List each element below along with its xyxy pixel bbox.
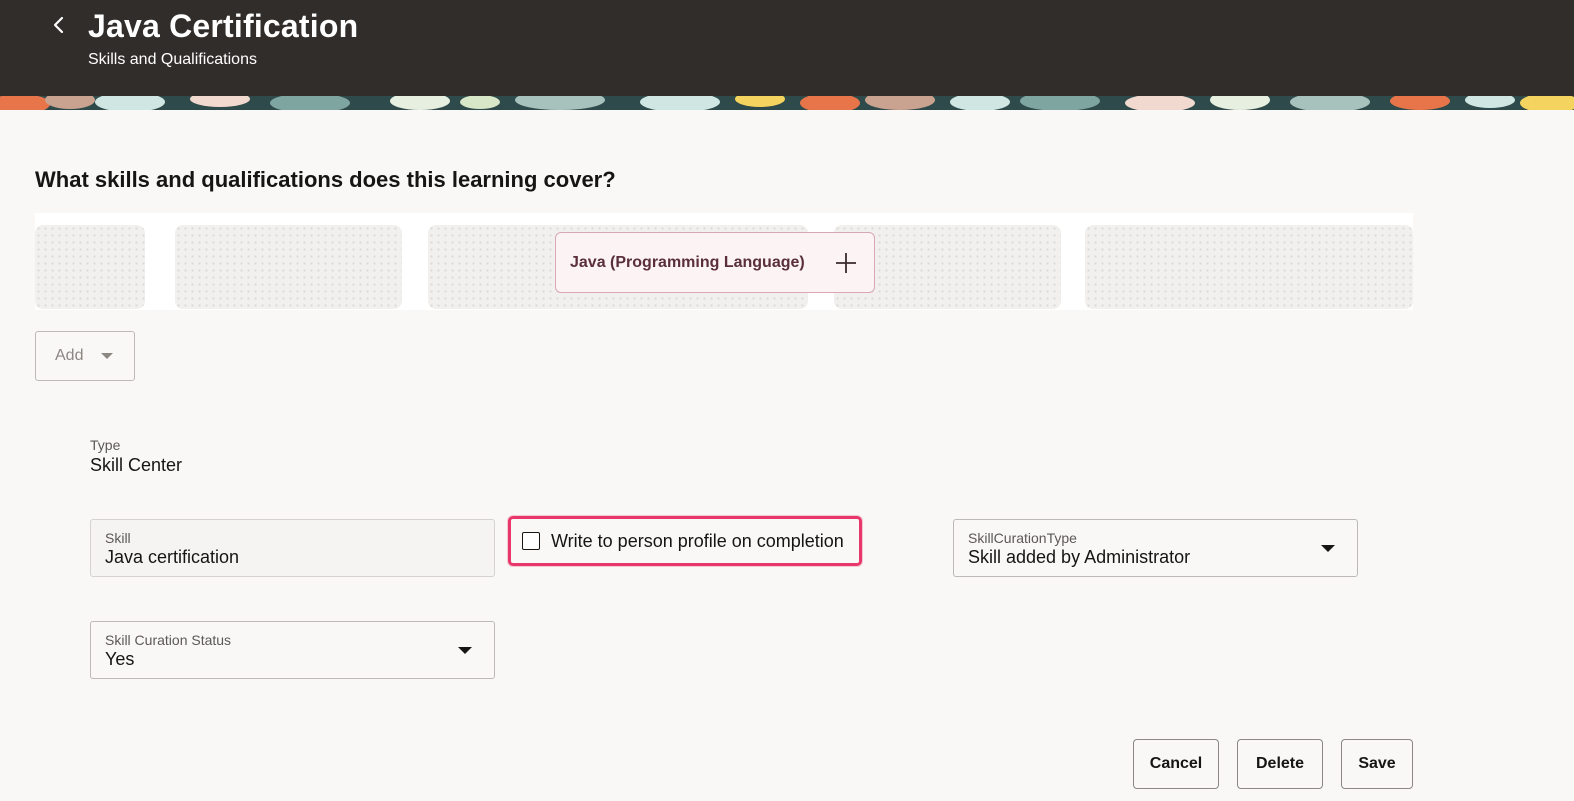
checkbox-icon[interactable] [522,532,540,550]
suggested-skill-chip[interactable]: Java (Programming Language) [555,232,875,293]
add-button[interactable]: Add [35,331,135,381]
page-subtitle: Skills and Qualifications [88,51,257,68]
skill-curation-type-label: SkillCurationType [968,530,1077,546]
skill-field[interactable]: Skill Java certification [90,519,495,577]
save-button[interactable]: Save [1341,739,1413,789]
page-title: Java Certification [88,8,359,44]
skill-label: Skill [105,530,131,546]
placeholder-card [175,225,402,309]
back-button[interactable] [44,10,74,40]
skill-curation-type-select[interactable]: SkillCurationType Skill added by Adminis… [953,519,1358,577]
add-button-label: Add [55,347,84,364]
placeholder-card [1085,225,1413,309]
skill-curation-status-value: Yes [105,649,135,669]
plus-icon[interactable] [834,251,858,275]
suggested-skill-label: Java (Programming Language) [570,253,805,271]
caret-down-icon [101,353,114,359]
caret-down-icon[interactable] [1321,545,1335,552]
skill-curation-status-select[interactable]: Skill Curation Status Yes [90,621,495,679]
delete-button[interactable]: Delete [1237,739,1323,789]
page-header: Java Certification Skills and Qualificat… [0,0,1574,96]
skill-curation-type-value: Skill added by Administrator [968,547,1191,567]
type-label: Type [90,437,121,453]
write-profile-label: Write to person profile on completion [551,530,844,551]
placeholder-card [35,225,145,309]
skill-value: Java certification [105,547,240,567]
decorative-banner [0,96,1574,110]
chevron-left-icon [53,16,64,34]
caret-down-icon[interactable] [458,647,472,654]
write-profile-checkbox[interactable]: Write to person profile on completion [508,516,862,566]
type-value: Skill Center [90,455,183,475]
cancel-button[interactable]: Cancel [1133,739,1219,789]
section-question: What skills and qualifications does this… [35,167,616,192]
skill-curation-status-label: Skill Curation Status [105,632,232,648]
